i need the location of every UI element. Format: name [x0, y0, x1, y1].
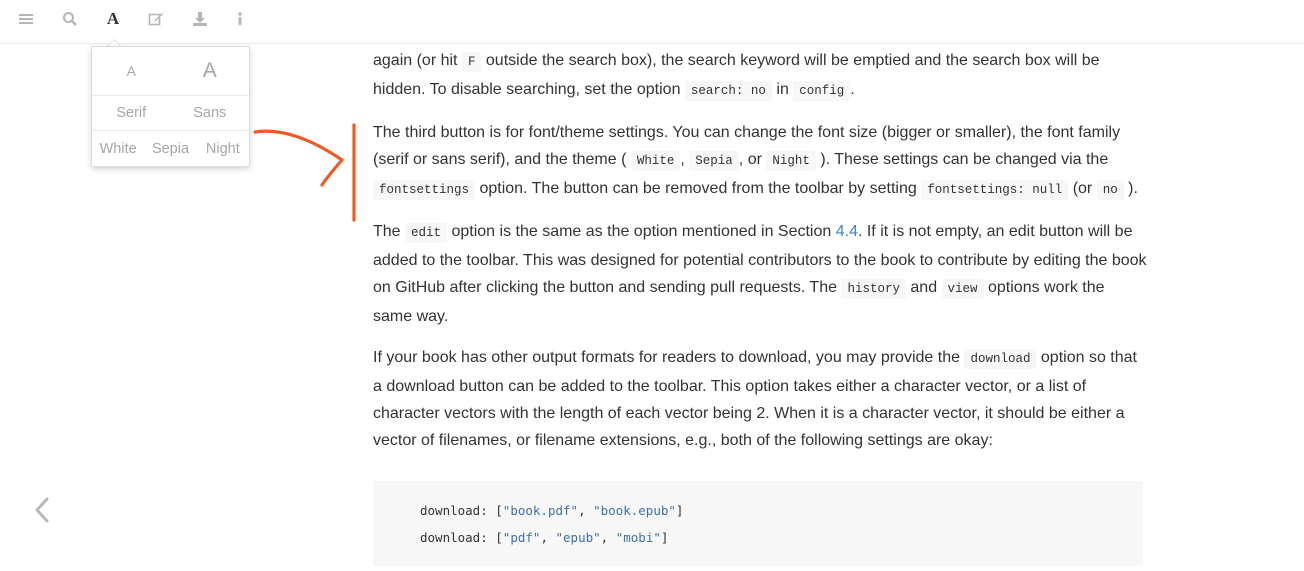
code-inline: F — [461, 52, 482, 72]
code-token: "pdf" — [502, 530, 541, 545]
code-inline: edit — [405, 223, 448, 243]
theme-white-button[interactable]: White — [92, 131, 144, 167]
text: option. The button can be removed from t… — [475, 180, 922, 197]
edit-icon[interactable] — [144, 8, 168, 30]
text: ). These settings can be changed via the — [815, 151, 1109, 168]
code-inline: Night — [766, 151, 816, 171]
text: and — [905, 279, 942, 296]
text: in — [771, 81, 794, 98]
chevron-left-icon — [35, 497, 49, 523]
text: If your book has other output formats fo… — [373, 349, 965, 366]
code-token: , — [578, 503, 594, 518]
theme-row: White Sepia Night — [92, 131, 249, 167]
code-inline: fontsettings — [373, 180, 476, 200]
text: . — [850, 81, 855, 98]
code-inline: fontsettings: null — [921, 180, 1069, 200]
code-token: "mobi" — [615, 530, 661, 545]
paragraph-edit-option: The edit option is the same as the optio… — [373, 218, 1148, 330]
book-toolbar: A — [0, 0, 1304, 44]
book-content: again (or hit F outside the search box),… — [373, 47, 1148, 468]
font-settings-icon: A — [106, 9, 120, 28]
code-inline: no — [1096, 180, 1124, 200]
code-token: "epub" — [555, 530, 601, 545]
text: The — [373, 223, 406, 240]
text: option is the same as the option mention… — [447, 223, 836, 240]
code-inline: White — [630, 151, 681, 171]
theme-night-button[interactable]: Night — [197, 131, 249, 167]
info-icon[interactable] — [228, 8, 252, 30]
font-size-decrease-button[interactable]: A — [92, 47, 171, 95]
font-settings-button[interactable]: A — [101, 8, 125, 30]
font-family-row: Serif Sans — [92, 96, 249, 131]
font-size-increase-button[interactable]: A — [171, 47, 250, 95]
code-token: "book.epub" — [593, 503, 676, 518]
text: (or — [1068, 180, 1097, 197]
orange-arrow-annotation — [253, 123, 356, 222]
paragraph-search: again (or hit F outside the search box),… — [373, 47, 1148, 105]
font-family-sans-button[interactable]: Sans — [171, 96, 250, 130]
font-settings-dropdown: A A Serif Sans White Sepia Night — [91, 46, 250, 167]
code-line: download: ["book.pdf", "book.epub"] — [420, 497, 1143, 524]
code-inline: search: no — [684, 81, 772, 101]
font-family-serif-button[interactable]: Serif — [92, 96, 171, 130]
code-inline: history — [841, 279, 906, 299]
text: , or — [738, 151, 767, 168]
paragraph-font-settings: The third button is for font/theme setti… — [373, 119, 1148, 204]
code-token: ] — [660, 530, 669, 545]
section-link[interactable]: 4.4 — [836, 223, 858, 240]
text: ). — [1123, 180, 1138, 197]
previous-page-button[interactable] — [30, 496, 54, 524]
code-token: download: [ — [420, 503, 503, 518]
code-inline: download — [964, 349, 1037, 369]
code-token: , — [540, 530, 556, 545]
text: again (or hit — [373, 52, 462, 69]
code-token: download: [ — [420, 530, 503, 545]
code-inline: config — [793, 81, 851, 101]
code-inline: Sepia — [689, 151, 739, 171]
code-token: ] — [675, 503, 684, 518]
download-icon[interactable] — [188, 8, 212, 30]
theme-sepia-button[interactable]: Sepia — [144, 131, 196, 167]
code-line: download: ["pdf", "epub", "mobi"] — [420, 524, 1143, 551]
code-token: "book.pdf" — [502, 503, 579, 518]
paragraph-download-option: If your book has other output formats fo… — [373, 344, 1148, 454]
menu-icon[interactable] — [14, 8, 38, 30]
code-inline: view — [941, 279, 984, 299]
search-icon[interactable] — [58, 8, 82, 30]
code-block: download: ["book.pdf", "book.epub"] down… — [373, 481, 1143, 566]
code-token: , — [600, 530, 616, 545]
text: , — [680, 151, 690, 168]
font-size-row: A A — [92, 47, 249, 96]
